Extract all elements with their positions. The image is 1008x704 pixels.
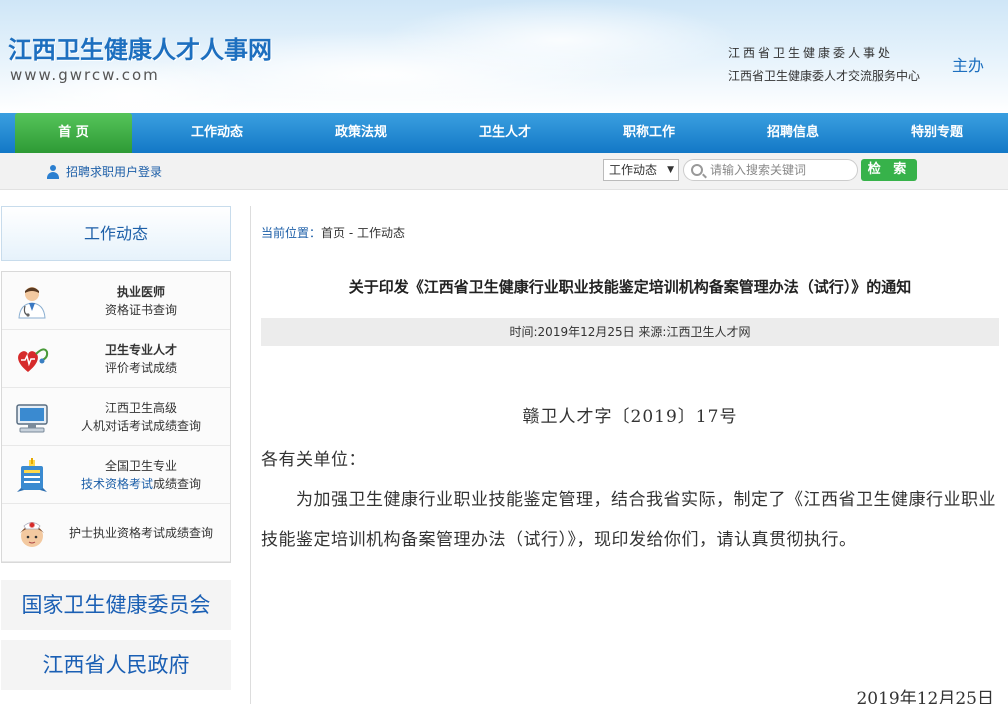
certificate-icon: [17, 458, 47, 492]
main-nav: 首 页 工作动态 政策法规 卫生人才 职称工作 招聘信息 特别专题: [0, 113, 1008, 153]
search-box[interactable]: [683, 159, 858, 181]
sponsor-block: 江西省卫生健康委人事处 江西省卫生健康委人才交流服务中心: [728, 42, 920, 88]
nav-item-home[interactable]: 首 页: [15, 113, 132, 153]
nav-item-recruitment[interactable]: 招聘信息: [734, 113, 852, 153]
doctor-icon: [18, 287, 46, 319]
computer-icon: [16, 404, 48, 433]
sponsor-line-1: 江西省卫生健康委人事处: [728, 46, 894, 60]
nav-item-policy[interactable]: 政策法规: [302, 113, 420, 153]
nav-item-health-talent[interactable]: 卫生人才: [446, 113, 564, 153]
sidebar-item-subtitle: 技术资格考试成绩查询: [81, 475, 201, 493]
breadcrumb-label: 当前位置：: [261, 226, 322, 240]
search-button[interactable]: 检 索: [861, 159, 917, 181]
sponsor-line-2: 江西省卫生健康委人才交流服务中心: [728, 69, 921, 83]
search-input[interactable]: [710, 162, 850, 178]
user-icon: [46, 164, 60, 179]
sidebar-item-talent-exam-score[interactable]: 卫生专业人才 评价考试成绩: [2, 330, 230, 388]
article-meta: 时间:2019年12月25日 来源:江西卫生人才网: [261, 318, 999, 346]
article-title: 关于印发《江西省卫生健康行业职业技能鉴定培训机构备案管理办法（试行）》的通知: [348, 278, 912, 296]
sidebar-item-title: 护士执业资格考试成绩查询: [68, 526, 213, 540]
nav-item-title-work[interactable]: 职称工作: [590, 113, 708, 153]
sidebar-item-senior-exam-query[interactable]: 江西卫生高级 人机对话考试成绩查询: [2, 388, 230, 446]
nav-item-work-news[interactable]: 工作动态: [158, 113, 276, 153]
sidebar-item-subtitle: 资格证书查询: [104, 303, 177, 317]
article-panel: 当前位置：首页 - 工作动态 关于印发《江西省卫生健康行业职业技能鉴定培训机构备…: [250, 206, 1008, 704]
site-header: 江西卫生健康人才人事网 www.gwrcw.com 江西省卫生健康委人事处 江西…: [0, 0, 1008, 113]
site-title[interactable]: 江西卫生健康人才人事网: [8, 30, 272, 65]
sidebar-item-subtitle: 评价考试成绩: [104, 361, 177, 375]
sidebar-item-subtitle: 人机对话考试成绩查询: [80, 419, 201, 433]
dropdown-arrow-icon: ▼: [667, 165, 674, 175]
sidebar-quick-links: 执业医师 资格证书查询 卫生专业人才 评价考试成绩 江西卫生高级 人机对话考试成…: [1, 271, 231, 563]
document-number: 赣卫人才字〔2019〕17号: [522, 407, 738, 427]
link-national-health-commission[interactable]: 国家卫生健康委员会: [1, 580, 231, 630]
nurse-icon: [20, 522, 44, 547]
sidebar-item-title: 江西卫生高级: [104, 401, 177, 415]
user-login-label: 招聘求职用户登录: [66, 165, 163, 179]
user-login-link[interactable]: 招聘求职用户登录: [46, 163, 162, 180]
search-category-value: 工作动态: [609, 163, 658, 177]
search-icon: [691, 164, 703, 176]
sidebar-item-nurse-exam-query[interactable]: 护士执业资格考试成绩查询: [2, 504, 230, 562]
breadcrumb-path[interactable]: 首页 - 工作动态: [321, 226, 405, 240]
article-paragraph: 为加强卫生健康行业职业技能鉴定管理，结合我省实际，制定了《江西省卫生健康行业职业…: [261, 490, 996, 550]
header-cloud: [380, 0, 740, 80]
search-category-select[interactable]: 工作动态 ▼: [603, 159, 679, 181]
breadcrumb: 当前位置：首页 - 工作动态: [261, 224, 405, 241]
link-jiangxi-government[interactable]: 江西省人民政府: [1, 640, 231, 690]
sidebar-item-subtitle-highlight: 技术资格考试: [80, 477, 153, 491]
article-body: 各有关单位： 为加强卫生健康行业职业技能鉴定管理，结合我省实际，制定了《江西省卫…: [261, 440, 999, 560]
sidebar-heading[interactable]: 工作动态: [1, 206, 231, 261]
sidebar-item-subtitle-rest: 成绩查询: [153, 477, 202, 491]
sidebar-item-physician-certificate[interactable]: 执业医师 资格证书查询: [2, 272, 230, 330]
sidebar-item-national-qualification[interactable]: 全国卫生专业 技术资格考试成绩查询: [2, 446, 230, 504]
sidebar-item-title: 卫生专业人才: [104, 343, 177, 357]
sponsor-label: 主办: [952, 56, 985, 75]
article-date: 2019年12月25日: [856, 689, 994, 704]
site-url: www.gwrcw.com: [10, 66, 160, 84]
heart-stethoscope-icon: [18, 348, 49, 372]
sidebar-item-title: 执业医师: [116, 285, 165, 299]
sidebar-item-title: 全国卫生专业: [104, 459, 177, 473]
article-greeting: 各有关单位：: [261, 450, 366, 470]
nav-item-special-topics[interactable]: 特别专题: [878, 113, 996, 153]
